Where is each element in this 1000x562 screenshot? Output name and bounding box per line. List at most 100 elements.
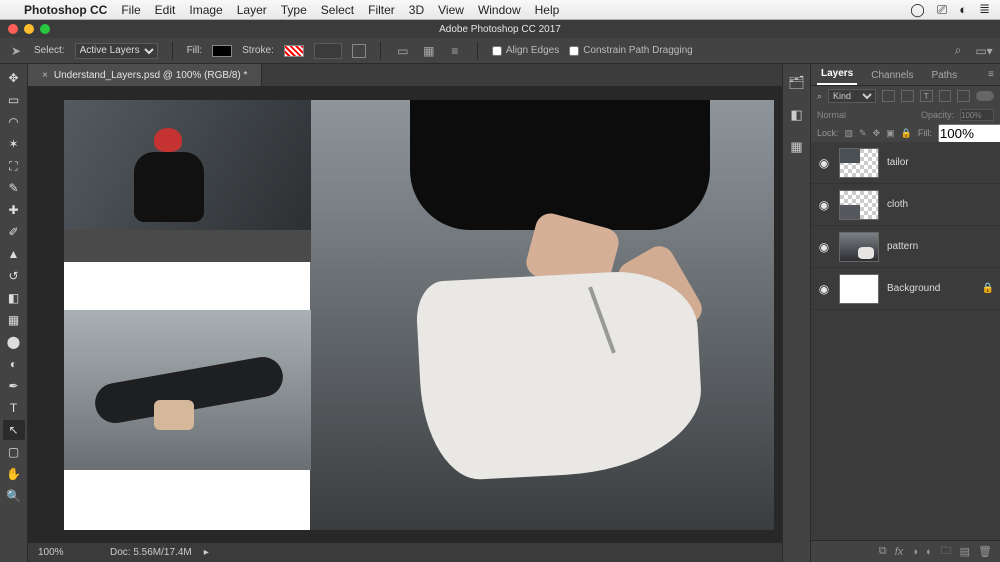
visibility-toggle-icon[interactable]: ◉ — [817, 240, 831, 254]
filter-shape-icon[interactable] — [939, 90, 952, 102]
tool-zoom[interactable]: 🔍 — [3, 486, 25, 506]
link-layers-icon[interactable]: ⧉ — [879, 545, 887, 558]
history-panel-icon[interactable]: 🗂 — [788, 74, 806, 92]
tab-layers[interactable]: Layers — [817, 64, 857, 85]
menu-image[interactable]: Image — [189, 3, 222, 17]
delete-layer-icon[interactable]: 🗑 — [978, 545, 992, 558]
lock-transparency-icon[interactable]: ▨ — [845, 127, 854, 139]
lock-all-icon[interactable]: 🔒 — [901, 127, 912, 139]
tool-brush[interactable]: ✐ — [3, 222, 25, 242]
app-name[interactable]: Photoshop CC — [24, 3, 107, 17]
stroke-width-field[interactable] — [314, 43, 342, 59]
layer-thumbnail[interactable] — [839, 232, 879, 262]
visibility-toggle-icon[interactable]: ◉ — [817, 198, 831, 212]
menu-type[interactable]: Type — [281, 3, 307, 17]
layer-row[interactable]: ◉ Background 🔒 — [811, 268, 1000, 310]
properties-panel-icon[interactable]: ▦ — [788, 138, 806, 156]
tool-path-select[interactable]: ↖ — [3, 420, 25, 440]
tool-quick-select[interactable]: ✶ — [3, 134, 25, 154]
layer-name[interactable]: pattern — [887, 241, 918, 252]
filter-smart-icon[interactable] — [957, 90, 970, 102]
zoom-field[interactable]: 100% — [38, 547, 98, 558]
minimize-window-button[interactable] — [24, 24, 34, 34]
tool-lasso[interactable]: ◠ — [3, 112, 25, 132]
panel-menu-icon[interactable]: ≡ — [982, 66, 1000, 85]
lock-position-icon[interactable]: ✥ — [873, 127, 881, 139]
tool-marquee[interactable]: ▭ — [3, 90, 25, 110]
layer-name[interactable]: cloth — [887, 199, 908, 210]
menu-file[interactable]: File — [121, 3, 140, 17]
tool-pen[interactable]: ✒ — [3, 376, 25, 396]
menu-window[interactable]: Window — [478, 3, 521, 17]
tool-eraser[interactable]: ◧ — [3, 288, 25, 308]
menu-3d[interactable]: 3D — [409, 3, 424, 17]
lock-pixels-icon[interactable]: ✎ — [859, 127, 867, 139]
menu-layer[interactable]: Layer — [237, 3, 267, 17]
visibility-toggle-icon[interactable]: ◉ — [817, 282, 831, 296]
mac-menu-icon[interactable]: ≣ — [979, 2, 990, 17]
tab-paths[interactable]: Paths — [928, 66, 962, 85]
layer-row[interactable]: ◉ pattern — [811, 226, 1000, 268]
filter-adjust-icon[interactable] — [901, 90, 914, 102]
align-edges-checkbox[interactable]: Align Edges — [492, 45, 559, 56]
tool-stamp[interactable]: ▲ — [3, 244, 25, 264]
menu-select[interactable]: Select — [321, 3, 354, 17]
layer-name[interactable]: Background — [887, 283, 940, 294]
layer-name[interactable]: tailor — [887, 157, 909, 168]
document-tab[interactable]: × Understand_Layers.psd @ 100% (RGB/8) * — [28, 64, 262, 86]
layer-kind-dropdown[interactable]: Kind — [828, 89, 876, 103]
menu-help[interactable]: Help — [535, 3, 560, 17]
layer-fx-icon[interactable]: fx — [895, 546, 904, 558]
lock-artboard-icon[interactable]: ▣ — [886, 127, 895, 139]
user-icon[interactable]: ◐ — [959, 2, 967, 17]
constrain-path-checkbox[interactable]: Constrain Path Dragging — [569, 45, 693, 56]
fill-swatch[interactable] — [212, 45, 232, 57]
display-icon[interactable]: ⎚ — [937, 2, 947, 18]
cloud-icon[interactable]: ◯ — [910, 2, 925, 18]
filter-type-icon[interactable]: T — [920, 90, 933, 102]
adjustments-panel-icon[interactable]: ◧ — [788, 106, 806, 124]
menu-view[interactable]: View — [438, 3, 464, 17]
stroke-style-dropdown[interactable] — [352, 44, 366, 58]
filter-pixel-icon[interactable] — [882, 90, 895, 102]
filter-toggle[interactable] — [976, 91, 994, 101]
tool-history-brush[interactable]: ↺ — [3, 266, 25, 286]
path-ops-icon[interactable]: ▭ — [395, 44, 411, 58]
layer-row[interactable]: ◉ tailor — [811, 142, 1000, 184]
fill-field[interactable] — [938, 124, 1000, 143]
tool-gradient[interactable]: ▦ — [3, 310, 25, 330]
close-tab-icon[interactable]: × — [42, 70, 48, 81]
blend-mode-dropdown[interactable]: Normal — [817, 110, 846, 120]
canvas[interactable] — [64, 100, 774, 530]
select-mode-dropdown[interactable]: Active Layers — [75, 43, 158, 59]
layer-row[interactable]: ◉ cloth — [811, 184, 1000, 226]
tool-dodge[interactable]: ◐ — [3, 354, 25, 374]
status-chevron-icon[interactable]: ▸ — [204, 547, 209, 558]
layer-thumbnail[interactable] — [839, 274, 879, 304]
menu-edit[interactable]: Edit — [155, 3, 176, 17]
tool-blur[interactable]: ⬤ — [3, 332, 25, 352]
layer-mask-icon[interactable]: ◑ — [911, 546, 918, 558]
tab-channels[interactable]: Channels — [867, 66, 917, 85]
layer-group-icon[interactable]: 🗀 — [941, 542, 952, 561]
visibility-toggle-icon[interactable]: ◉ — [817, 156, 831, 170]
tool-hand[interactable]: ✋ — [3, 464, 25, 484]
maximize-window-button[interactable] — [40, 24, 50, 34]
adjustment-layer-icon[interactable]: ◐ — [926, 546, 933, 558]
search-icon[interactable]: ⌕ — [950, 44, 966, 58]
tool-move[interactable]: ✥ — [3, 68, 25, 88]
workspace-switcher-icon[interactable]: ▭▾ — [976, 44, 992, 58]
tool-patch[interactable]: ✚ — [3, 200, 25, 220]
new-layer-icon[interactable]: ▤ — [960, 545, 970, 558]
path-arrange-icon[interactable]: ≡ — [447, 44, 463, 58]
tool-rectangle[interactable]: ▢ — [3, 442, 25, 462]
layer-thumbnail[interactable] — [839, 190, 879, 220]
path-align-icon[interactable]: ▦ — [421, 44, 437, 58]
tool-crop[interactable]: ⛶ — [3, 156, 25, 176]
menu-filter[interactable]: Filter — [368, 3, 395, 17]
layer-thumbnail[interactable] — [839, 148, 879, 178]
opacity-field[interactable] — [960, 109, 994, 121]
tool-type[interactable]: T — [3, 398, 25, 418]
stroke-swatch[interactable] — [284, 45, 304, 57]
tool-eyedrop[interactable]: ✎ — [3, 178, 25, 198]
